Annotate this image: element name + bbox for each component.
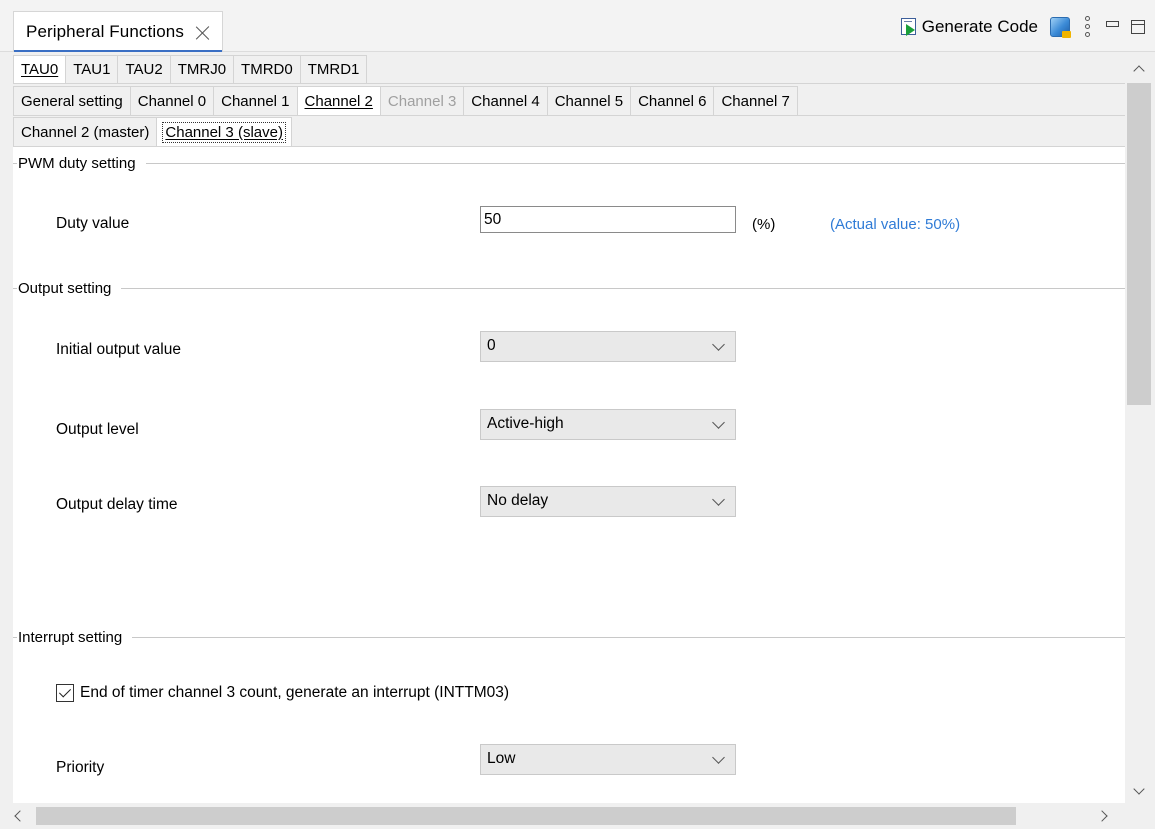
tab-tmrd0[interactable]: TMRD0 bbox=[234, 55, 301, 83]
initial-output-label: Initial output value bbox=[56, 341, 181, 358]
chevron-down-icon bbox=[712, 338, 725, 351]
tab-label: Channel 4 bbox=[471, 92, 540, 110]
interrupt-checkbox-label: End of timer channel 3 count, generate a… bbox=[80, 684, 510, 701]
maximize-icon[interactable] bbox=[1131, 20, 1145, 34]
tab-channel-3: Channel 3 bbox=[380, 86, 465, 115]
tab-label: Channel 7 bbox=[721, 92, 790, 110]
group-title-text: Interrupt setting bbox=[18, 628, 123, 646]
duty-value-input[interactable] bbox=[480, 206, 736, 233]
tab-label: TAU1 bbox=[73, 61, 111, 78]
interrupt-checkbox-row[interactable]: End of timer channel 3 count, generate a… bbox=[56, 684, 509, 702]
output-level-select[interactable]: Active-high bbox=[480, 409, 736, 440]
tab-label: TMRD0 bbox=[241, 61, 293, 78]
view-header: Peripheral Functions Generate Code bbox=[0, 0, 1155, 52]
output-group-title: Output setting bbox=[13, 278, 1125, 298]
view-tab-peripheral-functions[interactable]: Peripheral Functions bbox=[13, 11, 223, 52]
close-icon[interactable] bbox=[196, 26, 210, 40]
tab-tmrj0[interactable]: TMRJ0 bbox=[170, 55, 235, 83]
duty-value-label: Duty value bbox=[56, 215, 130, 232]
tab-channel-1[interactable]: Channel 1 bbox=[214, 86, 298, 115]
tab-tau0[interactable]: TAU0 bbox=[13, 55, 67, 83]
group-title-text: PWM duty setting bbox=[18, 154, 136, 172]
interrupt-group-title: Interrupt setting bbox=[13, 627, 1125, 647]
select-value: Active-high bbox=[487, 415, 564, 432]
tab-channel-2[interactable]: Channel 2 bbox=[297, 86, 381, 115]
tab-channel-4[interactable]: Channel 4 bbox=[464, 86, 548, 115]
tab-channel-6[interactable]: Channel 6 bbox=[631, 86, 715, 115]
peripheral-tabs: TAU0 TAU1 TAU2 TMRJ0 TMRD0 TMRD1 bbox=[13, 55, 368, 83]
master-slave-tabs: Channel 2 (master) Channel 3 (slave) bbox=[13, 117, 292, 146]
tab-label: Channel 3 (slave) bbox=[162, 121, 286, 143]
group-title-text: Output setting bbox=[18, 279, 112, 297]
tab-label: Channel 0 bbox=[137, 92, 207, 110]
horizontal-scrollbar[interactable] bbox=[0, 803, 1155, 829]
horizontal-scroll-thumb[interactable] bbox=[36, 807, 1016, 825]
scroll-left-icon[interactable] bbox=[14, 810, 26, 822]
duty-unit: (%) bbox=[752, 216, 776, 233]
output-delay-label: Output delay time bbox=[56, 496, 178, 513]
vertical-scrollbar[interactable] bbox=[1125, 55, 1155, 803]
select-value: 0 bbox=[487, 337, 496, 354]
view-toolbar: Generate Code bbox=[899, 14, 1145, 40]
tab-label: Channel 2 bbox=[304, 92, 373, 110]
tab-label: TMRD1 bbox=[307, 61, 360, 78]
tab-channel-3-slave[interactable]: Channel 3 (slave) bbox=[157, 117, 292, 146]
tab-label: TMRJ0 bbox=[177, 61, 227, 78]
tab-divider bbox=[13, 83, 1125, 84]
output-level-label: Output level bbox=[56, 421, 139, 438]
tab-label: Channel 6 bbox=[638, 92, 707, 110]
channel-tabs: General setting Channel 0 Channel 1 Chan… bbox=[13, 86, 798, 115]
chevron-down-icon bbox=[712, 493, 725, 506]
generate-code-label: Generate Code bbox=[921, 17, 1038, 36]
initial-output-select[interactable]: 0 bbox=[480, 331, 736, 362]
generate-code-icon bbox=[899, 17, 919, 37]
select-value: No delay bbox=[487, 492, 549, 509]
interrupt-checkbox[interactable] bbox=[56, 684, 74, 702]
view-tab-label: Peripheral Functions bbox=[26, 22, 184, 41]
tab-divider bbox=[13, 115, 1125, 116]
duty-actual-value: (Actual value: 50%) bbox=[830, 216, 961, 233]
tab-tau2[interactable]: TAU2 bbox=[118, 55, 171, 83]
tab-channel-5[interactable]: Channel 5 bbox=[547, 86, 632, 115]
tab-label: Channel 2 (master) bbox=[21, 123, 150, 141]
tab-label: Channel 3 bbox=[387, 92, 457, 110]
tab-channel-0[interactable]: Channel 0 bbox=[130, 86, 215, 115]
tab-label: General setting bbox=[21, 92, 123, 110]
tab-channel-7[interactable]: Channel 7 bbox=[714, 86, 798, 115]
scroll-up-icon[interactable] bbox=[1133, 65, 1145, 77]
scroll-down-icon[interactable] bbox=[1133, 783, 1145, 795]
tab-label: Channel 1 bbox=[221, 92, 290, 110]
settings-panel: PWM duty setting Duty value (%) (Actual … bbox=[13, 147, 1125, 803]
view-menu-icon[interactable] bbox=[1084, 16, 1092, 38]
output-delay-select[interactable]: No delay bbox=[480, 486, 736, 517]
tab-general-setting[interactable]: General setting bbox=[13, 86, 131, 115]
scroll-right-icon[interactable] bbox=[1096, 810, 1108, 822]
vertical-scroll-thumb[interactable] bbox=[1127, 83, 1151, 405]
tab-tau1[interactable]: TAU1 bbox=[66, 55, 119, 83]
chevron-down-icon bbox=[712, 751, 725, 764]
tab-label: TAU0 bbox=[21, 61, 59, 78]
select-value: Low bbox=[487, 750, 516, 767]
tab-channel-2-master[interactable]: Channel 2 (master) bbox=[13, 117, 158, 146]
tab-tmrd1[interactable]: TMRD1 bbox=[300, 55, 368, 83]
tab-label: Channel 5 bbox=[554, 92, 624, 110]
priority-select[interactable]: Low bbox=[480, 744, 736, 775]
chevron-down-icon bbox=[712, 416, 725, 429]
priority-label: Priority bbox=[56, 759, 105, 776]
tab-label: TAU2 bbox=[125, 61, 163, 78]
minimize-icon[interactable] bbox=[1106, 21, 1119, 27]
generate-code-button[interactable]: Generate Code bbox=[899, 17, 1038, 37]
report-icon[interactable] bbox=[1050, 17, 1071, 38]
pwm-duty-group-title: PWM duty setting bbox=[13, 153, 1125, 173]
